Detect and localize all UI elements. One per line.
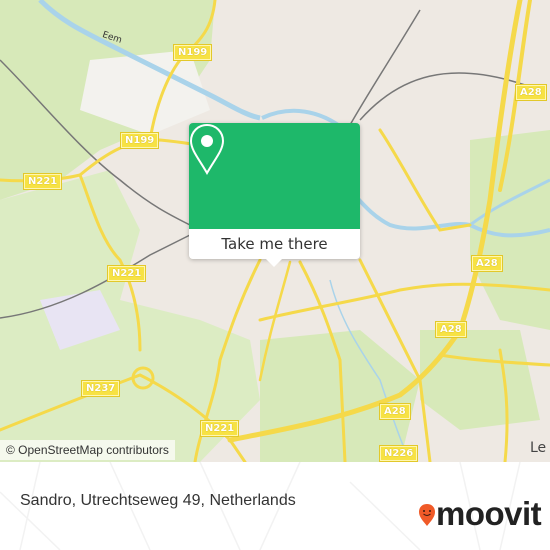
road-label-a28: A28 [472, 256, 502, 271]
city-label: Le [530, 440, 547, 456]
take-me-there-label: Take me there [221, 235, 328, 253]
popup-tail [265, 258, 283, 267]
road-label-a28: A28 [380, 404, 410, 419]
road-label-a28: A28 [516, 85, 546, 100]
map[interactable]: Eem Le N199 N199 N221 N221 N237 N221 A28… [0, 0, 550, 462]
road-label-n221: N221 [24, 174, 62, 189]
road-label-a28: A28 [436, 322, 466, 337]
map-attribution[interactable]: © OpenStreetMap contributors [0, 440, 175, 460]
location-popup[interactable]: Take me there [189, 123, 360, 267]
road-label-n199: N199 [121, 133, 159, 148]
take-me-there-button[interactable]: Take me there [189, 229, 360, 259]
moovit-logo-icon [419, 504, 435, 526]
map-pin-icon [189, 123, 225, 175]
popup-header[interactable] [189, 123, 360, 229]
road-label-n221: N221 [108, 266, 146, 281]
road-label-n221: N221 [201, 421, 239, 436]
location-address: Sandro, Utrechtseweg 49, Netherlands [20, 492, 296, 509]
moovit-logo-text: moovit [436, 495, 542, 532]
road-label-n237: N237 [82, 381, 120, 396]
road-label-n199: N199 [174, 45, 212, 60]
road-label-n226: N226 [380, 446, 418, 461]
